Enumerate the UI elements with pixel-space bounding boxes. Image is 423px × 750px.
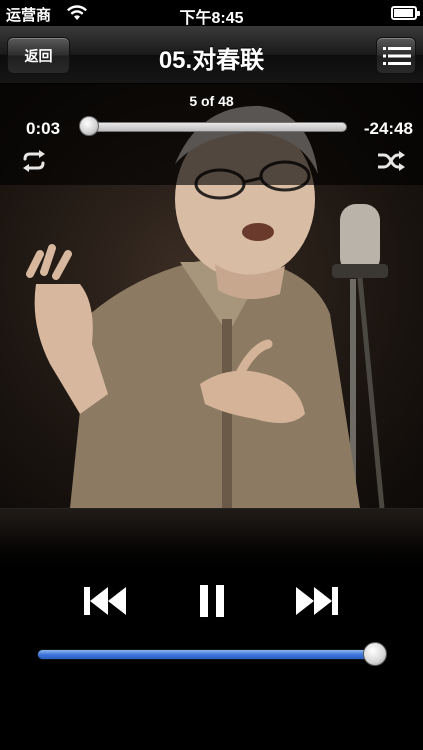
status-time: 下午8:45 <box>179 10 244 27</box>
volume-slider-track[interactable] <box>37 649 376 660</box>
page-title: 05.对春联 <box>158 47 265 74</box>
shuffle-icon[interactable] <box>377 150 405 172</box>
artwork-reflection <box>0 508 423 570</box>
remaining-time: -24:48 <box>363 119 413 138</box>
track-position: 5 of 48 <box>189 93 234 109</box>
next-track-icon[interactable] <box>292 582 340 620</box>
track-list-button[interactable] <box>376 37 416 74</box>
navigation-bar: 返回 05.对春联 <box>0 26 423 84</box>
transport-controls <box>0 570 423 750</box>
battery-icon <box>391 6 420 20</box>
pause-icon[interactable] <box>188 582 236 620</box>
repeat-icon[interactable] <box>20 150 48 172</box>
scrubber-thumb[interactable] <box>78 116 99 136</box>
list-icon <box>383 47 411 65</box>
volume-fill <box>38 650 376 659</box>
status-bar: 运营商 下午8:45 <box>0 0 423 27</box>
battery-level <box>394 9 413 17</box>
elapsed-time: 0:03 <box>26 119 61 138</box>
volume-slider-thumb[interactable] <box>363 642 387 666</box>
previous-track-icon[interactable] <box>82 582 130 620</box>
scrubber-track[interactable] <box>80 122 347 132</box>
back-button[interactable]: 返回 <box>7 37 70 74</box>
playback-info-overlay: 5 of 48 0:03 -24:48 <box>0 84 423 185</box>
